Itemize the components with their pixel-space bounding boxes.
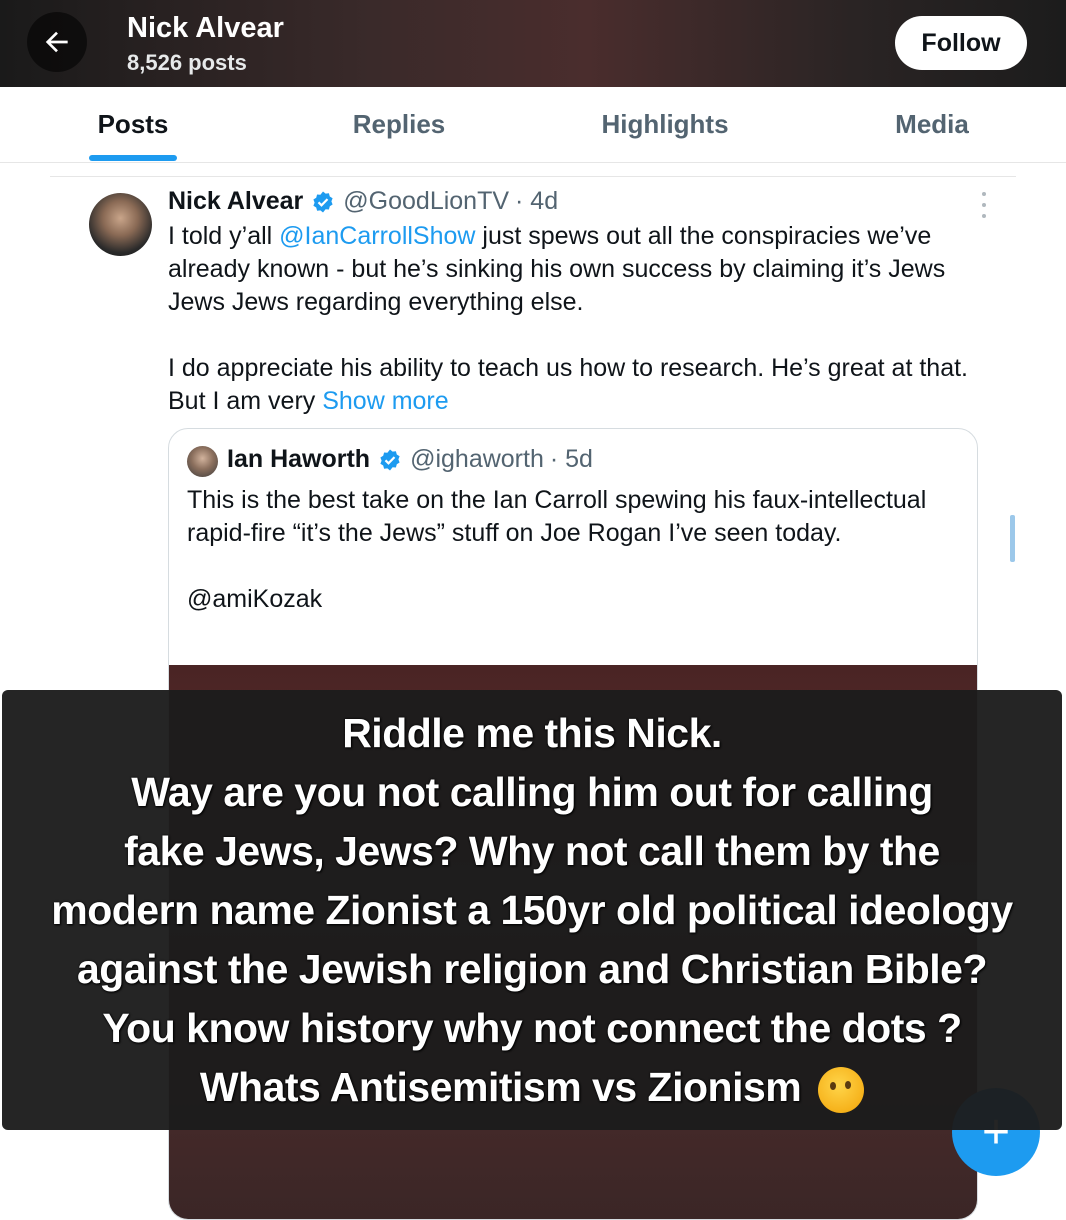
mention-link[interactable]: @IanCarrollShow xyxy=(279,222,475,250)
verified-badge-icon xyxy=(313,191,333,212)
quote-author-name: Ian Haworth xyxy=(227,445,371,473)
post-author-name[interactable]: Nick Alvear xyxy=(168,187,303,216)
divider xyxy=(50,176,1016,177)
thinking-face-emoji-icon xyxy=(818,1066,865,1113)
scrollbar[interactable] xyxy=(1010,515,1015,562)
post-body: I told y’all @IanCarrollShow just spews … xyxy=(168,220,988,418)
arrow-left-icon xyxy=(45,31,68,53)
caption-line-text: Whats Antisemitism vs Zionism xyxy=(199,1063,802,1110)
post-time[interactable]: · 4d xyxy=(515,187,558,216)
caption-line: modern name Zionist a 150yr old politica… xyxy=(51,886,1013,933)
caption-line: You know history why not connect the dot… xyxy=(102,1004,962,1051)
quote-text: This is the best take on the Ian Carroll… xyxy=(187,486,927,547)
follow-button[interactable]: Follow xyxy=(895,16,1027,70)
caption-line: fake Jews, Jews? Why not call them by th… xyxy=(124,827,940,874)
active-tab-indicator xyxy=(89,155,177,161)
profile-tabs: Posts Replies Highlights Media xyxy=(0,87,1066,163)
verified-badge-icon xyxy=(380,449,400,470)
tab-replies[interactable]: Replies xyxy=(266,87,532,162)
quote-header: Ian Haworth @ighaworth · 5d xyxy=(227,445,593,474)
caption-overlay: Riddle me this Nick. Way are you not cal… xyxy=(2,690,1062,1130)
post-handle[interactable]: @GoodLionTV xyxy=(343,187,509,216)
profile-header: Nick Alvear 8,526 posts Follow xyxy=(0,0,1066,87)
quote-mention: @amiKozak xyxy=(187,585,323,613)
tab-posts[interactable]: Posts xyxy=(0,87,266,162)
quote-time: · 5d xyxy=(549,445,593,473)
post-text-para2: I do appreciate his ability to teach us … xyxy=(168,354,968,415)
caption-line: Riddle me this Nick. xyxy=(342,709,722,756)
post-text-prefix: I told y’all xyxy=(168,222,280,250)
more-options-icon[interactable] xyxy=(972,192,996,218)
back-button[interactable] xyxy=(27,12,87,72)
show-more-link[interactable]: Show more xyxy=(322,387,448,415)
profile-name: Nick Alvear xyxy=(127,12,284,44)
quote-handle: @ighaworth xyxy=(410,445,544,473)
caption-line: against the Jewish religion and Christia… xyxy=(76,945,988,992)
avatar[interactable] xyxy=(89,193,152,256)
caption-line: Way are you not calling him out for call… xyxy=(131,768,933,815)
tab-media[interactable]: Media xyxy=(798,87,1066,162)
post-header: Nick Alvear @GoodLionTV · 4d xyxy=(168,187,558,216)
quote-body: This is the best take on the Ian Carroll… xyxy=(187,484,957,616)
tab-highlights[interactable]: Highlights xyxy=(532,87,798,162)
quote-avatar xyxy=(187,446,218,477)
caption-line-last: Whats Antisemitism vs Zionism xyxy=(199,1058,865,1117)
post-count: 8,526 posts xyxy=(127,50,247,75)
